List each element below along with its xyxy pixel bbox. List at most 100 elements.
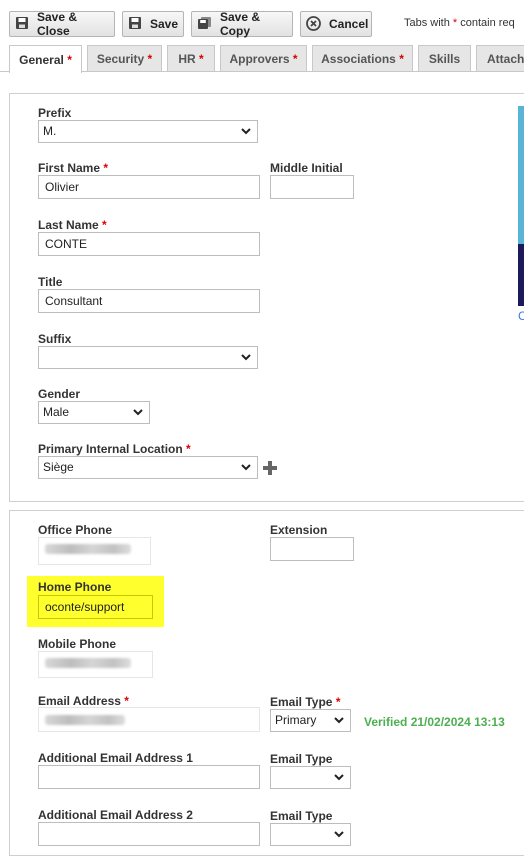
email-type-1-select[interactable] — [270, 766, 351, 789]
prefix-select[interactable]: M. — [38, 120, 258, 143]
office-phone-label: Office Phone — [38, 523, 113, 537]
photo-link[interactable]: C — [518, 309, 524, 323]
last-name-input[interactable]: CONTE — [38, 232, 260, 256]
chevron-down-icon — [241, 464, 251, 471]
cancel-button[interactable]: Cancel — [300, 11, 372, 37]
add-location-icon[interactable] — [262, 460, 278, 476]
extension-label: Extension — [270, 523, 328, 537]
save-copy-label: Save & Copy — [220, 10, 261, 38]
save-copy-icon — [197, 16, 212, 32]
redacted-value — [45, 715, 125, 725]
email-type-value: Primary — [275, 713, 317, 727]
suffix-label: Suffix — [38, 332, 72, 346]
chevron-down-icon — [334, 831, 344, 838]
photo-image-dark — [518, 244, 524, 306]
toolbar: Save & Close Save Save & Copy Cancel Tab… — [0, 0, 524, 40]
additional-email-1-input[interactable] — [38, 765, 260, 789]
hint-star: * — [452, 17, 458, 29]
middle-initial-label: Middle Initial — [270, 161, 343, 175]
location-label: Primary Internal Location * — [38, 442, 191, 456]
additional-email-2-label: Additional Email Address 2 — [38, 808, 193, 822]
required-star: * — [186, 442, 191, 456]
prefix-label: Prefix — [38, 106, 72, 120]
tab-label: Approvers — [229, 51, 290, 66]
tab-attachments[interactable]: Attachi — [476, 45, 524, 71]
mobile-phone-label: Mobile Phone — [38, 637, 116, 651]
home-phone-label: Home Phone — [38, 580, 112, 594]
tab-associations[interactable]: Associations * — [312, 45, 413, 71]
tab-approvers[interactable]: Approvers * — [220, 45, 307, 71]
email-type-2-label: Email Type — [270, 809, 333, 823]
home-phone-input[interactable]: oconte/support — [38, 595, 153, 619]
hint-text-end: contain req — [460, 17, 515, 29]
required-star: * — [124, 694, 129, 708]
email-type-1-label: Email Type — [270, 752, 333, 766]
gender-value: Male — [43, 405, 70, 419]
photo-image — [518, 106, 524, 244]
floppy-disk-icon — [15, 16, 29, 32]
gender-label: Gender — [38, 387, 81, 401]
redacted-value — [45, 544, 131, 554]
required-star: * — [199, 51, 204, 66]
required-star: * — [102, 218, 107, 232]
tab-label: Associations — [321, 51, 396, 66]
last-name-label: Last Name * — [38, 218, 107, 232]
first-name-label: First Name * — [38, 161, 108, 175]
chevron-down-icon — [334, 774, 344, 781]
extension-input[interactable] — [270, 537, 354, 561]
email-verified-status: Verified 21/02/2024 13:13 — [364, 715, 505, 729]
chevron-down-icon — [133, 409, 143, 416]
email-type-label-text: Email Type — [270, 695, 333, 709]
cancel-icon — [306, 15, 321, 33]
required-tabs-hint: Tabs with * contain req — [404, 17, 515, 29]
required-star: * — [103, 161, 109, 175]
tab-general[interactable]: General * — [9, 45, 82, 73]
cancel-label: Cancel — [329, 17, 369, 31]
required-star: * — [147, 51, 153, 66]
location-select[interactable]: Siège — [38, 456, 258, 479]
chevron-down-icon — [241, 128, 251, 135]
middle-initial-input[interactable] — [270, 175, 354, 199]
first-name-input[interactable]: Olivier — [38, 175, 260, 199]
prefix-value: M. — [43, 124, 57, 138]
chevron-down-icon — [241, 354, 251, 361]
email-label-text: Email Address — [38, 694, 121, 708]
additional-email-1-label: Additional Email Address 1 — [38, 751, 193, 765]
tab-label: Attachi — [487, 51, 524, 66]
location-value: Siège — [43, 460, 74, 474]
tab-security[interactable]: Security * — [87, 45, 162, 71]
email-type-2-select[interactable] — [270, 823, 351, 846]
required-star: * — [292, 51, 298, 66]
required-star: * — [335, 695, 341, 709]
save-close-button[interactable]: Save & Close — [9, 10, 115, 38]
save-close-label: Save & Close — [37, 10, 78, 38]
last-name-label-text: Last Name — [38, 218, 99, 232]
tab-skills[interactable]: Skills — [418, 45, 471, 71]
tab-label: HR — [178, 51, 196, 66]
tab-label: Skills — [428, 51, 461, 66]
additional-email-2-input[interactable] — [38, 822, 260, 846]
email-type-select[interactable]: Primary — [270, 709, 351, 732]
save-button[interactable]: Save — [122, 11, 184, 37]
redacted-value — [45, 658, 131, 668]
mobile-phone-input[interactable] — [38, 651, 153, 678]
required-star: * — [399, 51, 404, 66]
first-name-label-text: First Name — [38, 161, 101, 175]
floppy-disk-icon — [128, 16, 142, 32]
title-label: Title — [38, 275, 63, 289]
office-phone-input[interactable] — [38, 537, 151, 565]
email-label: Email Address * — [38, 694, 129, 708]
email-input[interactable] — [38, 707, 260, 732]
hint-text-start: Tabs with — [404, 17, 450, 29]
tab-label: Security — [96, 51, 145, 66]
location-label-text: Primary Internal Location — [38, 442, 183, 456]
required-star: * — [67, 52, 72, 67]
save-copy-button[interactable]: Save & Copy — [191, 10, 293, 38]
tab-label: General — [19, 52, 64, 67]
chevron-down-icon — [334, 717, 344, 724]
gender-select[interactable]: Male — [38, 401, 150, 424]
suffix-select[interactable] — [38, 346, 258, 369]
title-input[interactable]: Consultant — [38, 289, 260, 313]
tab-hr[interactable]: HR * — [167, 45, 215, 71]
email-type-label: Email Type * — [270, 695, 340, 709]
